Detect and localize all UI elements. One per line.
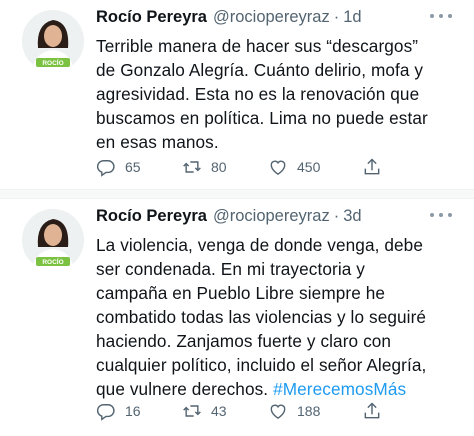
like-count: 450 (297, 159, 321, 175)
like-button[interactable]: 188 (268, 399, 362, 423)
avatar-photo: ROCÍO (22, 209, 84, 271)
more-options-icon[interactable] (430, 211, 452, 219)
tweet-divider (0, 189, 474, 199)
reply-count: 16 (125, 403, 141, 419)
retweet-button[interactable]: 80 (182, 155, 268, 179)
separator-dot: · (333, 207, 340, 225)
timestamp[interactable]: 3d (343, 207, 361, 226)
author-name[interactable]: Rocío Pereyra (96, 8, 207, 27)
tweet-card[interactable]: ROCÍO Rocío Pereyra @rociopereyraz · 1d … (0, 0, 474, 189)
tweet-actions: 16 43 188 (96, 399, 396, 423)
more-options-icon[interactable] (430, 12, 452, 20)
tweet-text-body: Terrible manera de hacer sus “descargos”… (96, 36, 428, 152)
retweet-icon (183, 161, 201, 173)
reply-button[interactable]: 16 (96, 399, 182, 423)
like-count: 188 (297, 403, 321, 419)
author-name[interactable]: Rocío Pereyra (96, 207, 207, 226)
author-handle[interactable]: @rociopereyraz (213, 207, 330, 226)
share-icon (364, 402, 380, 419)
tweet-text-body: La violencia, venga de donde venga, debe… (96, 235, 427, 399)
separator-dot: · (333, 8, 340, 26)
retweet-count: 80 (211, 159, 227, 175)
avatar[interactable]: ROCÍO (22, 209, 84, 271)
tweet-actions: 65 80 450 (96, 155, 396, 179)
tweet-header: Rocío Pereyra @rociopereyraz · 1d (96, 8, 362, 28)
svg-text:ROCÍO: ROCÍO (42, 257, 63, 266)
retweet-icon (183, 405, 201, 417)
tweet-text: Terrible manera de hacer sus “descargos”… (96, 34, 468, 154)
timestamp[interactable]: 1d (343, 8, 361, 27)
tweet-card[interactable]: ROCÍO Rocío Pereyra @rociopereyraz · 3d … (0, 199, 474, 436)
retweet-count: 43 (211, 403, 227, 419)
heart-icon (270, 404, 286, 419)
author-handle[interactable]: @rociopereyraz (213, 8, 330, 27)
avatar-photo: ROCÍO (22, 10, 84, 72)
tweet-header: Rocío Pereyra @rociopereyraz · 3d (96, 207, 362, 227)
avatar[interactable]: ROCÍO (22, 10, 84, 72)
share-button[interactable] (362, 155, 382, 179)
share-icon (364, 158, 380, 175)
reply-count: 65 (125, 159, 141, 175)
hashtag-link[interactable]: #MerecemosMás (273, 379, 406, 399)
like-button[interactable]: 450 (268, 155, 362, 179)
retweet-button[interactable]: 43 (182, 399, 268, 423)
tweet-text: La violencia, venga de donde venga, debe… (96, 233, 468, 401)
share-button[interactable] (362, 399, 382, 423)
svg-text:ROCÍO: ROCÍO (42, 58, 63, 67)
reply-button[interactable]: 65 (96, 155, 182, 179)
reply-icon (96, 404, 115, 421)
reply-icon (96, 160, 115, 177)
heart-icon (270, 160, 286, 175)
